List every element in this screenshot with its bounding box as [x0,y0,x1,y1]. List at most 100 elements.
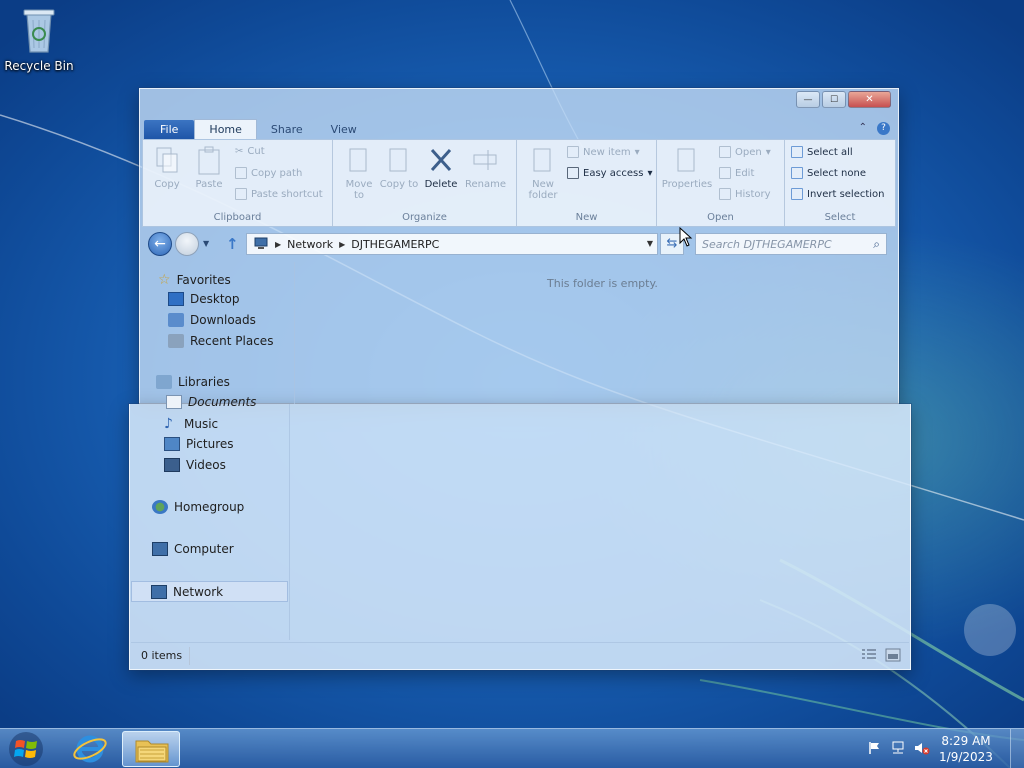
nav-item-libraries[interactable]: Libraries [156,375,230,389]
recycle-bin-icon [23,9,55,53]
volume-muted-icon[interactable] [914,741,930,755]
easy-access-button[interactable]: Easy access ▾ [567,167,652,179]
search-icon[interactable]: ⌕ [873,237,880,252]
properties-label: Properties [661,179,713,190]
select-all-button[interactable]: Select all [791,146,853,158]
minimize-ribbon-icon[interactable]: ⌃ [859,122,867,135]
show-desktop-button[interactable] [1010,729,1024,768]
nav-item-desktop[interactable]: Desktop [168,292,240,306]
new-folder-button[interactable]: New folder [523,146,563,201]
move-to-button[interactable]: Move to [339,146,379,201]
search-input[interactable]: Search DJTHEGAMERPC ⌕ [695,233,887,255]
open-button[interactable]: Open ▾ [719,146,771,158]
breadcrumb-separator-icon[interactable]: ▶ [275,240,281,249]
tab-file[interactable]: File [144,120,195,139]
desktop-icon [168,292,184,306]
nav-item-music[interactable]: ♪ Music [164,416,218,432]
easy-access-label: Easy access [583,167,644,179]
breadcrumb-network[interactable]: Network [287,238,333,251]
windows-logo-icon [9,732,43,766]
properties-button[interactable]: Properties [661,146,713,190]
nav-label: Music [184,417,219,431]
tab-home[interactable]: Home [194,119,257,139]
details-view-icon[interactable] [861,648,877,662]
recent-places-icon [168,334,184,348]
tab-share[interactable]: Share [257,120,317,139]
select-none-label: Select none [807,167,866,179]
copy-path-icon [235,167,247,179]
clock-date: 1/9/2023 [939,750,993,764]
system-clock[interactable]: 8:29 AM 1/9/2023 [936,733,996,765]
music-icon: ♪ [164,416,173,432]
videos-icon [164,458,180,472]
new-item-icon [567,146,579,158]
paste-shortcut-button[interactable]: Paste shortcut [235,188,323,200]
select-none-button[interactable]: Select none [791,167,866,179]
copy-button[interactable]: Copy [147,146,187,190]
copy-to-button[interactable]: Copy to [379,146,419,190]
nav-label: Videos [186,458,226,472]
cut-label: Cut [247,146,265,157]
nav-item-favorites[interactable]: ☆ Favorites [158,272,231,288]
minimize-button[interactable]: — [796,91,820,108]
delete-label: Delete [424,179,458,190]
select-group: Select all Select none Invert selection … [785,140,895,226]
action-center-flag-icon[interactable] [868,741,882,755]
taskbar-internet-explorer[interactable] [62,731,120,767]
start-button[interactable] [6,731,46,767]
rename-button[interactable]: Rename [465,146,506,190]
nav-item-network[interactable]: Network [131,581,288,602]
address-bar[interactable]: ▶ Network ▶ DJTHEGAMERPC ▼ [246,233,658,255]
cut-button[interactable]: ✂ Cut [235,146,265,157]
maximize-button[interactable]: ☐ [822,91,846,108]
chevron-down-icon: ▾ [634,146,640,158]
mouse-cursor-icon [679,227,693,247]
nav-pane-divider [289,404,290,640]
close-button[interactable]: ✕ [848,91,891,108]
history-button[interactable]: History [719,188,771,200]
status-bar: 0 items [131,642,909,668]
breadcrumb-separator-icon[interactable]: ▶ [339,240,345,249]
chevron-down-icon: ▾ [765,146,771,158]
nav-label: Recent Places [190,334,274,348]
breadcrumb-djthegamerpc[interactable]: DJTHEGAMERPC [351,238,439,251]
copy-path-button[interactable]: Copy path [235,167,302,179]
nav-item-computer[interactable]: Computer [152,542,234,556]
nav-item-documents[interactable]: Documents [166,395,256,409]
edit-label: Edit [735,167,755,179]
help-icon[interactable]: ? [877,122,890,135]
new-item-button[interactable]: New item ▾ [567,146,640,158]
copy-label: Copy [154,179,180,190]
nav-item-downloads[interactable]: Downloads [168,313,256,327]
open-group-label: Open [707,212,734,223]
nav-item-pictures[interactable]: Pictures [164,437,234,451]
invert-selection-button[interactable]: Invert selection [791,188,885,200]
back-button[interactable]: ← [148,232,172,256]
nav-item-videos[interactable]: Videos [164,458,226,472]
downloads-icon [168,313,184,327]
delete-button[interactable]: Delete [421,146,461,190]
up-arrow-icon[interactable]: ↑ [226,235,239,253]
clipboard-group: Copy Paste ✂ Cut Copy path Paste shortcut… [143,140,333,226]
recent-locations-dropdown-icon[interactable]: ▼ [203,239,209,248]
paste-label: Paste [195,179,223,190]
address-dropdown-icon[interactable]: ▼ [647,239,653,248]
nav-item-homegroup[interactable]: Homegroup [152,500,244,514]
edit-button[interactable]: Edit [719,167,754,179]
paste-button[interactable]: Paste [189,146,229,190]
caption-buttons: — ☐ ✕ [796,91,891,108]
clock-time: 8:29 AM [941,734,991,748]
invert-selection-label: Invert selection [807,188,885,200]
large-icons-view-icon[interactable] [885,648,901,662]
nav-item-recent-places[interactable]: Recent Places [168,334,273,348]
forward-button[interactable] [175,232,199,256]
chevron-down-icon: ▾ [647,167,653,179]
navigation-bar: ← ▼ ↑ ▶ Network ▶ DJTHEGAMERPC ▼ ⇆ Searc… [146,231,890,257]
taskbar-file-explorer[interactable] [122,731,180,767]
recycle-bin-desktop-icon[interactable]: Recycle Bin [4,6,74,73]
new-folder-icon [533,148,551,172]
paste-shortcut-icon [235,188,247,200]
edit-icon [719,167,731,179]
network-status-icon[interactable] [890,741,906,755]
tab-view[interactable]: View [317,120,371,139]
